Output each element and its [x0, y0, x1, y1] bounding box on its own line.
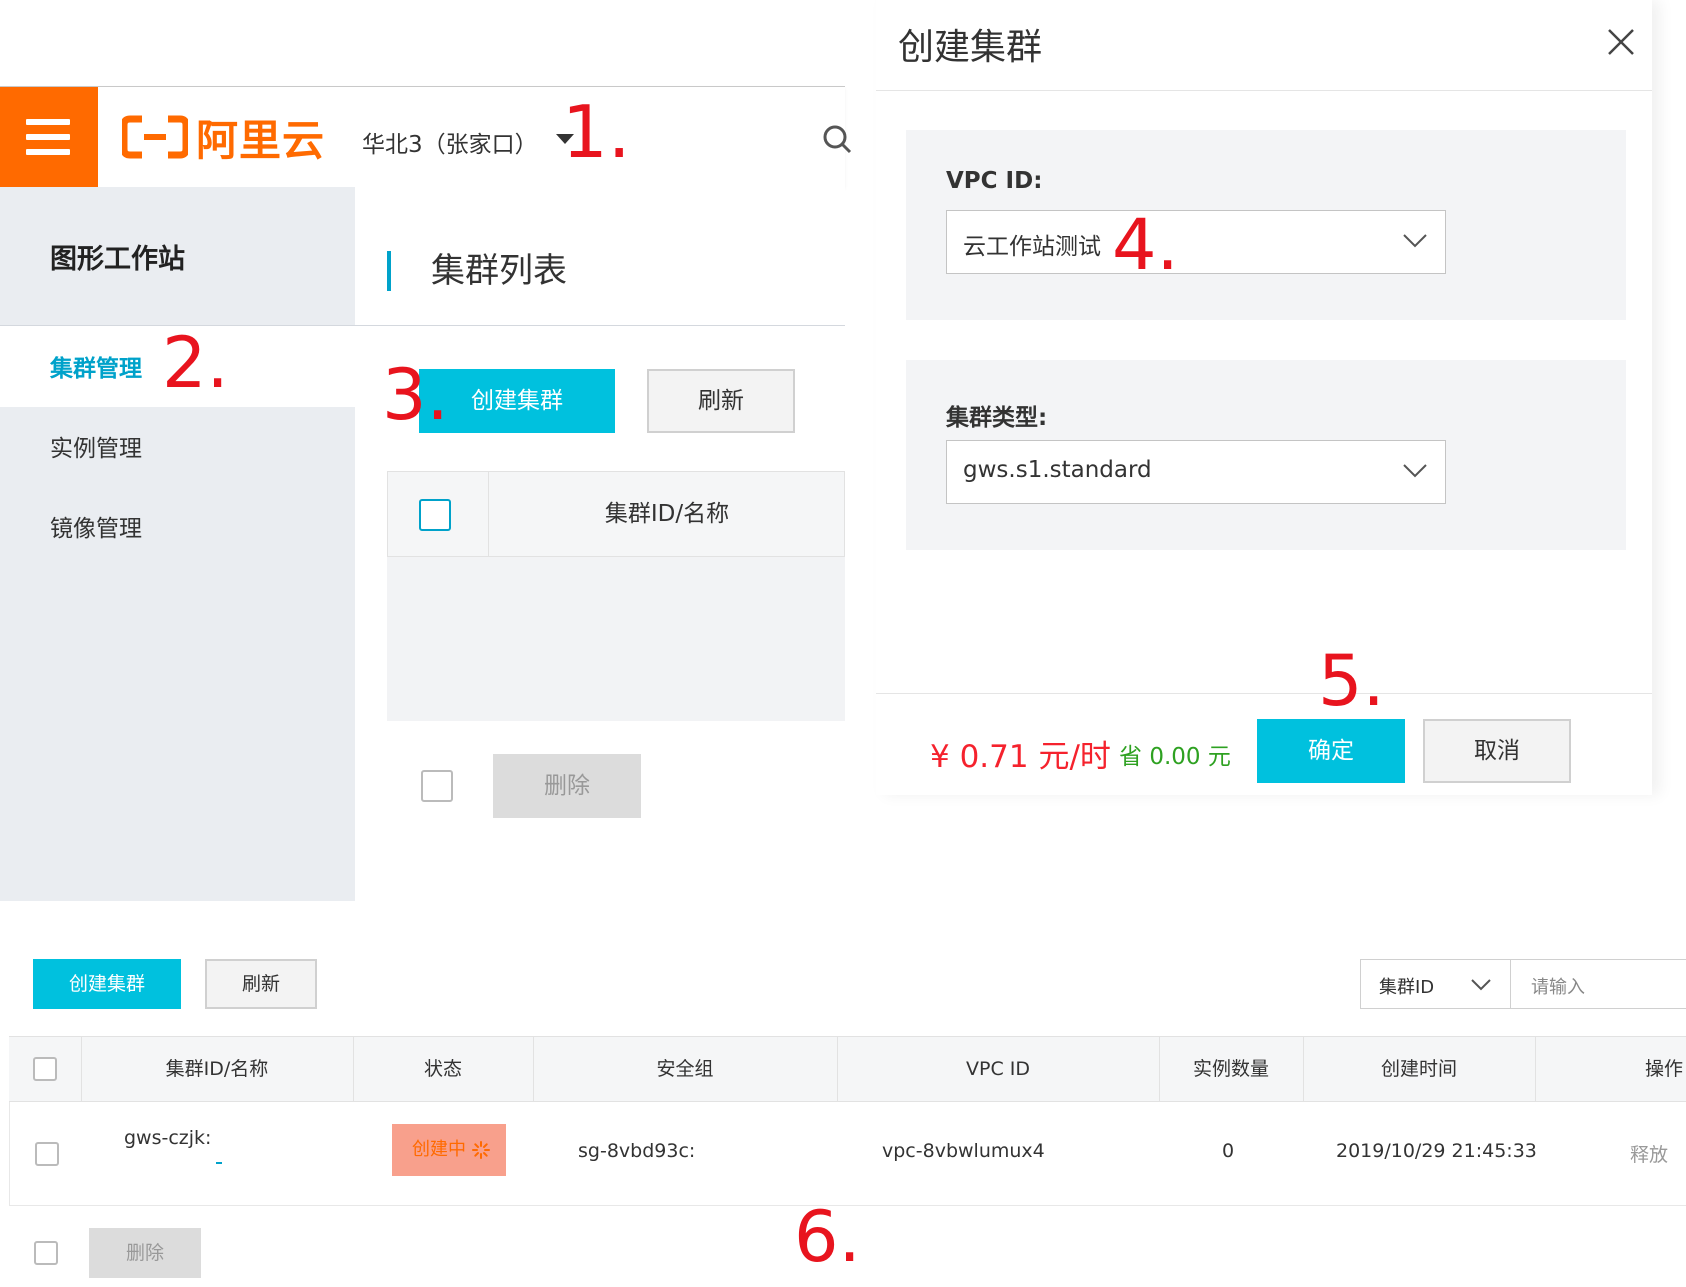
search-filter: 集群ID 请输入 [1360, 959, 1686, 1009]
sidebar: 图形工作站 集群管理 实例管理 镜像管理 [0, 187, 355, 901]
instance-count: 0 [1222, 1140, 1235, 1162]
cluster-type-label: 集群类型: [946, 405, 1048, 431]
step-annotation-1: 1. [562, 90, 631, 174]
refresh-button[interactable]: 刷新 [647, 369, 795, 433]
brand-name: 阿里云 [196, 115, 326, 165]
search-icon[interactable] [822, 124, 852, 154]
region-selector[interactable]: 华北3（张家口） [362, 125, 538, 159]
cluster-type-section: 集群类型: gws.s1.standard [906, 360, 1626, 550]
column-separator [1535, 1037, 1536, 1101]
step-annotation-4: 4. [1112, 204, 1179, 286]
bulk-select-checkbox[interactable] [421, 770, 453, 802]
price-per-hour: ¥ 0.71 元/时 [930, 739, 1111, 775]
create-cluster-dialog: 创建集群 VPC ID: 云工作站测试 集群类型: gws.s1.standar… [876, 0, 1652, 795]
release-action[interactable]: 释放 [1630, 1140, 1668, 1167]
sidebar-title: 图形工作站 [50, 244, 185, 275]
aliyun-mark-icon [122, 115, 188, 159]
column-header-actions: 操作 [1645, 1058, 1684, 1080]
hamburger-icon [26, 119, 70, 125]
cluster-id-link[interactable]: gws-czjk: [124, 1127, 211, 1149]
vpc-id-value: 云工作站测试 [963, 234, 1101, 260]
divider [355, 325, 845, 326]
menu-button[interactable] [0, 87, 98, 188]
column-header-id-name: 集群ID/名称 [604, 501, 730, 527]
step-annotation-5: 5. [1318, 640, 1385, 722]
status-text: 创建中 [412, 1139, 466, 1160]
console-panel: 阿里云 华北3（张家口） 图形工作站 集群管理 实例管理 镜像管理 集群列表 创… [0, 86, 852, 901]
column-header-status: 状态 [423, 1058, 462, 1080]
savings: 省 0.00 元 [1119, 737, 1231, 771]
confirm-button[interactable]: 确定 [1257, 719, 1405, 783]
column-header-vpc-id: VPC ID [966, 1058, 1030, 1080]
hamburger-icon [26, 134, 70, 140]
vpc-section: VPC ID: 云工作站测试 [906, 130, 1626, 320]
created-time: 2019/10/29 21:45:33 [1336, 1140, 1537, 1162]
bulk-select-checkbox[interactable] [34, 1241, 58, 1265]
refresh-button[interactable]: 刷新 [205, 959, 317, 1009]
dialog-title: 创建集群 [898, 27, 1043, 68]
security-group-link[interactable]: sg-8vbd93c: [578, 1140, 695, 1162]
select-all-checkbox[interactable] [419, 499, 451, 531]
step-annotation-3: 3. [382, 354, 449, 436]
table-body-empty [387, 557, 845, 721]
main-content: 集群列表 创建集群 刷新 集群ID/名称 删除 [355, 187, 845, 901]
top-navigation-bar: 阿里云 华北3（张家口） [0, 86, 852, 188]
chevron-down-icon [1403, 464, 1427, 478]
table-header: 集群ID/名称 [387, 471, 845, 557]
vpc-id-link[interactable]: vpc-8vbwlumux4 [882, 1140, 1045, 1162]
title-accent-bar [387, 251, 391, 291]
row-checkbox[interactable] [35, 1142, 59, 1166]
delete-button[interactable]: 删除 [493, 754, 641, 818]
column-header-security-group: 安全组 [656, 1058, 714, 1080]
table-row: gws-czjk: 创建中 sg-8vbd93c: vpc-8vbwlumux4… [9, 1102, 1686, 1206]
column-header-created-time: 创建时间 [1380, 1058, 1457, 1080]
cancel-button[interactable]: 取消 [1423, 719, 1571, 783]
vpc-id-select[interactable]: 云工作站测试 [946, 210, 1446, 274]
step-annotation-6: 6. [794, 1196, 861, 1278]
search-input[interactable]: 请输入 [1531, 973, 1585, 999]
page-title: 集群列表 [431, 251, 567, 291]
filter-field-select[interactable]: 集群ID [1379, 973, 1434, 999]
hamburger-icon [26, 149, 70, 155]
cluster-type-select[interactable]: gws.s1.standard [946, 440, 1446, 504]
chevron-down-icon [1403, 234, 1427, 248]
close-icon[interactable] [1603, 24, 1639, 60]
divider [876, 90, 1652, 91]
sidebar-item-image-management[interactable]: 镜像管理 [50, 509, 142, 543]
delete-button[interactable]: 删除 [89, 1228, 201, 1278]
divider [876, 693, 1652, 694]
savings-prefix: 省 [1119, 744, 1142, 770]
savings-value: 0.00 元 [1149, 744, 1231, 770]
table-header: 集群ID/名称 状态 安全组 VPC ID 实例数量 创建时间 操作 [9, 1036, 1686, 1102]
step-annotation-2: 2. [162, 322, 229, 404]
chevron-down-icon[interactable] [1471, 978, 1491, 991]
column-header-instance-count: 实例数量 [1192, 1058, 1269, 1080]
aliyun-logo[interactable]: 阿里云 [122, 109, 325, 165]
sidebar-item-instance-management[interactable]: 实例管理 [50, 429, 142, 463]
cluster-type-value: gws.s1.standard [963, 457, 1152, 483]
sidebar-item-cluster-management[interactable]: 集群管理 [50, 349, 142, 383]
divider [1510, 960, 1511, 1008]
vpc-id-label: VPC ID: [946, 168, 1043, 194]
column-header-id-name: 集群ID/名称 [165, 1058, 269, 1080]
status-badge: 创建中 [392, 1124, 506, 1176]
loading-spinner-icon [472, 1141, 490, 1159]
link-underline [216, 1162, 222, 1164]
select-all-checkbox[interactable] [33, 1057, 57, 1081]
create-cluster-button[interactable]: 创建集群 [33, 959, 181, 1009]
